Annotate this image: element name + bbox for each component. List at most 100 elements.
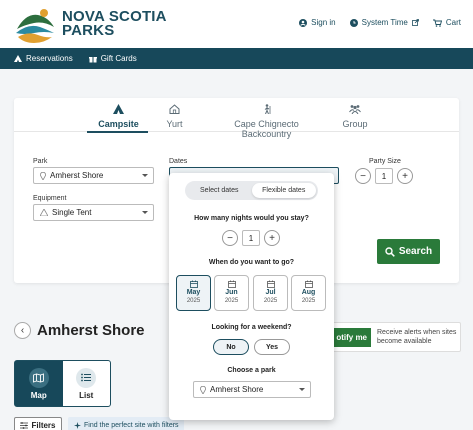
map-view-button[interactable]: Map <box>15 361 63 406</box>
month-option-aug[interactable]: Aug 2025 <box>291 275 326 311</box>
nav-gift-cards[interactable]: Gift Cards <box>88 54 137 63</box>
date-mode-toggle: Select dates Flexible dates <box>185 181 318 200</box>
month-name: Aug <box>301 289 316 296</box>
tab-cape-chignecto[interactable]: Cape Chignecto Backcountry <box>209 104 324 139</box>
party-size-input[interactable]: 1 <box>375 168 393 184</box>
map-view-label: Map <box>30 390 47 400</box>
choose-park-select[interactable]: Amherst Shore <box>193 381 311 398</box>
calendar-icon <box>215 280 248 288</box>
calendar-icon <box>292 280 325 288</box>
park-select[interactable]: Amherst Shore <box>33 167 154 184</box>
tab-campsite[interactable]: Campsite <box>88 104 149 129</box>
month-year: 2025 <box>263 298 278 304</box>
search-button[interactable]: Search <box>377 239 440 264</box>
main-nav: Reservations Gift Cards <box>0 48 473 69</box>
month-option-jul[interactable]: Jul 2025 <box>253 275 288 311</box>
nav-reservations-label: Reservations <box>26 54 73 63</box>
calendar-icon <box>254 280 287 288</box>
booking-type-tabs: Campsite Yurt Cape Chignecto Backcountry… <box>14 98 459 139</box>
tab-group[interactable]: Group <box>339 104 371 129</box>
month-year: 2025 <box>301 298 316 304</box>
brand-name: NOVA SCOTIA PARKS <box>62 9 167 39</box>
chevron-down-icon <box>142 174 148 177</box>
tent-icon <box>40 209 48 216</box>
nav-reservations[interactable]: Reservations <box>14 54 73 63</box>
external-link-icon <box>411 19 419 26</box>
list-view-button[interactable]: List <box>63 361 111 406</box>
filters-hint-text: Find the perfect site with filters <box>84 421 179 429</box>
choose-park-value: Amherst Shore <box>210 385 264 394</box>
system-time-label: System Time <box>361 18 408 27</box>
list-icon <box>76 367 97 388</box>
equipment-select-value: Single Tent <box>52 208 92 217</box>
availability-alert-box: otify me Receive alerts when sites becom… <box>326 322 461 352</box>
sliders-icon <box>20 421 29 429</box>
gift-icon <box>88 55 97 63</box>
active-tab-indicator <box>87 131 148 133</box>
party-decrement-button[interactable]: − <box>355 168 371 184</box>
system-time-link[interactable]: System Time <box>349 18 419 27</box>
user-icon <box>299 18 308 27</box>
map-icon <box>28 367 49 388</box>
chevron-down-icon <box>142 211 148 214</box>
sign-in-link[interactable]: Sign in <box>299 18 336 27</box>
choose-park-label: Choose a park <box>227 367 276 374</box>
dates-label: Dates <box>169 158 188 165</box>
chevron-left-icon: ‹ <box>20 325 25 336</box>
hiker-icon <box>209 104 324 116</box>
month-name: Jun <box>225 289 238 296</box>
back-button[interactable]: ‹ <box>14 322 31 339</box>
sparkle-icon <box>74 421 81 429</box>
month-option-may[interactable]: May 2025 <box>176 275 211 311</box>
notify-description: Receive alerts when sites become availab… <box>377 329 457 345</box>
equipment-label: Equipment <box>33 195 67 202</box>
filters-hint[interactable]: Find the perfect site with filters <box>68 417 184 430</box>
date-picker-popup: Select dates Flexible dates How many nig… <box>169 173 334 420</box>
top-header: NOVA SCOTIA PARKS Sign in System Time Ca… <box>0 0 473 48</box>
tent-icon <box>88 104 149 116</box>
nights-decrement-button[interactable]: − <box>222 230 238 246</box>
month-name: May <box>186 289 201 296</box>
sign-in-label: Sign in <box>311 18 336 27</box>
month-year: 2025 <box>224 298 239 304</box>
cart-icon <box>432 19 442 27</box>
clock-icon <box>349 18 358 27</box>
flexible-dates-option[interactable]: Flexible dates <box>251 183 316 198</box>
filters-button[interactable]: Filters <box>14 417 62 430</box>
month-name: Jul <box>265 289 276 296</box>
month-option-jun[interactable]: Jun 2025 <box>214 275 249 311</box>
yurt-icon <box>162 104 187 116</box>
view-toggle: Map List <box>14 360 111 407</box>
group-icon <box>339 104 371 116</box>
nights-input[interactable]: 1 <box>242 230 260 246</box>
tab-yurt-label: Yurt <box>166 119 183 129</box>
filters-label: Filters <box>31 420 56 430</box>
location-pin-icon <box>40 171 46 180</box>
tab-campsite-label: Campsite <box>98 119 139 129</box>
nova-scotia-parks-logo[interactable] <box>14 5 56 45</box>
park-select-value: Amherst Shore <box>50 171 104 180</box>
chevron-down-icon <box>299 388 305 391</box>
park-name: Amherst Shore <box>37 322 145 339</box>
search-button-label: Search <box>398 246 433 257</box>
select-dates-option[interactable]: Select dates <box>187 183 252 198</box>
weekend-no-button[interactable]: No <box>213 339 249 355</box>
calendar-icon <box>177 280 210 288</box>
header-links: Sign in System Time Cart <box>299 18 461 27</box>
tab-cape-chignecto-label: Cape Chignecto Backcountry <box>234 119 299 139</box>
party-increment-button[interactable]: + <box>397 168 413 184</box>
month-year: 2025 <box>186 298 201 304</box>
cart-link[interactable]: Cart <box>432 18 461 27</box>
search-icon <box>385 246 395 257</box>
location-pin-icon <box>200 385 206 394</box>
weekend-question: Looking for a weekend? <box>211 324 292 331</box>
park-heading: ‹ Amherst Shore <box>14 322 145 339</box>
weekend-yes-button[interactable]: Yes <box>254 339 290 355</box>
equipment-select[interactable]: Single Tent <box>33 204 154 221</box>
nights-increment-button[interactable]: + <box>264 230 280 246</box>
tab-yurt[interactable]: Yurt <box>162 104 187 129</box>
brand-line-2: PARKS <box>62 22 115 39</box>
party-size-label: Party Size <box>369 158 401 165</box>
park-label: Park <box>33 158 48 165</box>
cart-label: Cart <box>445 18 461 27</box>
